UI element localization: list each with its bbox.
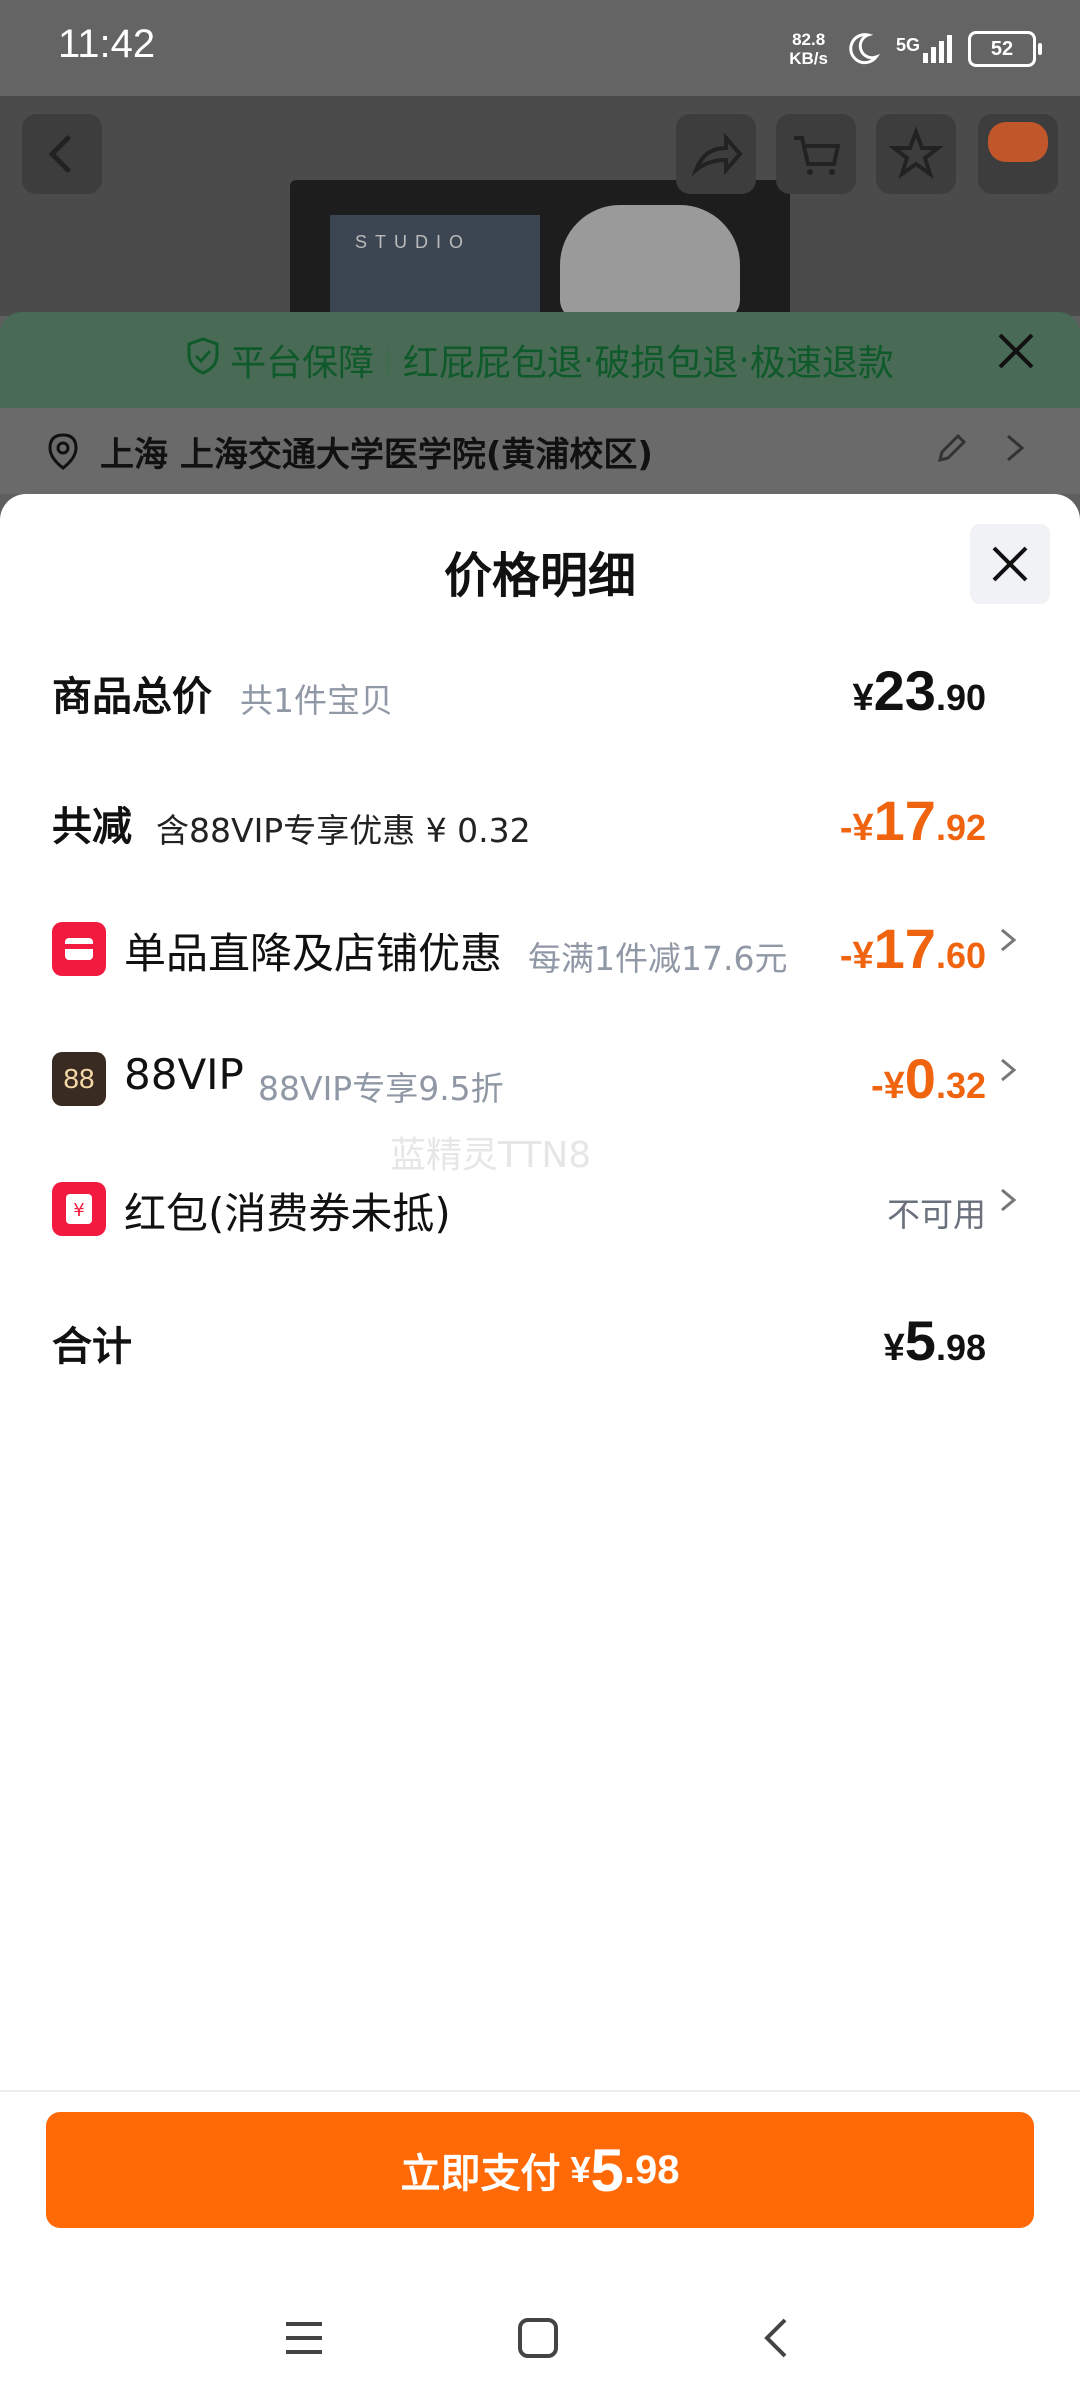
shop-discount-row[interactable]: 单品直降及店铺优惠 每满1件减17.6元 -¥17.60 [0, 902, 1080, 992]
total-price-label: 商品总价 [52, 674, 212, 720]
shop-discount-amount: -¥17.60 [839, 917, 986, 980]
sheet-title: 价格明细 [443, 548, 636, 604]
svg-text:¥: ¥ [73, 1200, 84, 1221]
red-packet-status: 不可用 [887, 1195, 986, 1234]
reduction-detail: 含88VIP专享优惠 ¥ 0.32 [156, 811, 531, 850]
shield-icon [186, 336, 220, 384]
star-icon [888, 126, 944, 180]
vip-discount-row[interactable]: 88 88VIP 88VIP专享9.5折 -¥0.32 [0, 1032, 1080, 1122]
sum-label: 合计 [52, 1324, 132, 1370]
chevron-right-icon [996, 920, 1020, 969]
share-button[interactable] [676, 114, 756, 194]
address-text: 上海 上海交通大学医学院(黄浦校区) [100, 434, 653, 475]
sum-row: 合计 ¥5.98 [0, 1294, 1080, 1384]
edit-icon[interactable] [934, 430, 970, 474]
product-brand-logo: STUDIO [355, 232, 472, 252]
close-icon [998, 333, 1034, 369]
battery-icon: 52 [968, 31, 1042, 67]
status-bar: 11:42 82.8 KB/s 5G 52 [0, 0, 1080, 96]
message-icon [988, 122, 1048, 162]
chevron-right-icon [1000, 428, 1030, 477]
network-speed: 82.8 KB/s [789, 30, 828, 68]
reduction-label: 共减 [52, 804, 132, 850]
guarantee-item: 极速退款 [749, 343, 894, 384]
favorite-button[interactable] [876, 114, 956, 194]
item-count: 共1件宝贝 [240, 681, 393, 720]
total-price-row: 商品总价 共1件宝贝 ¥23.90 [0, 644, 1080, 734]
reduction-row: 共减 含88VIP专享优惠 ¥ 0.32 -¥17.92 [0, 774, 1080, 864]
product-image-headphone [560, 205, 740, 320]
shop-discount-label: 单品直降及店铺优惠 [124, 929, 503, 978]
guarantee-close-button[interactable] [994, 326, 1038, 386]
shop-icon [52, 922, 106, 976]
guarantee-item: 破损包退 [594, 343, 739, 384]
reduction-amount: -¥17.92 [839, 789, 986, 852]
shop-discount-detail: 每满1件减17.6元 [528, 939, 788, 978]
back-arrow-icon [48, 135, 71, 173]
guarantee-title: 平台保障 [230, 343, 375, 384]
vip-discount-amount: -¥0.32 [871, 1047, 986, 1110]
product-image-screen [330, 215, 540, 320]
menu-icon[interactable] [274, 2308, 334, 2368]
address-row[interactable]: 上海 上海交通大学医学院(黄浦校区) [0, 408, 1080, 494]
guarantee-item: 红屁屁包退 [402, 343, 583, 384]
share-icon [691, 132, 743, 177]
sheet-close-button[interactable] [970, 524, 1050, 604]
red-packet-icon: ¥ [52, 1182, 106, 1236]
total-price-amount: ¥23.90 [852, 659, 986, 722]
red-packet-label: 红包(消费券未抵) [124, 1189, 451, 1238]
chevron-right-icon [996, 1050, 1020, 1099]
vip-label: 88VIP [124, 1050, 244, 1099]
dot-separator: · [582, 339, 595, 381]
guarantee-bar: 平台保障 | 红屁屁包退 · 破损包退 · 极速退款 [0, 312, 1080, 408]
status-time: 11:42 [58, 22, 156, 66]
status-icons: 82.8 KB/s 5G 52 [789, 26, 1042, 72]
dot-separator: · [738, 339, 750, 381]
vip-detail: 88VIP专享9.5折 [258, 1069, 504, 1108]
system-nav-bar [0, 2268, 1080, 2400]
close-icon [992, 546, 1028, 582]
watermark: 蓝精灵TTN8 [390, 1135, 592, 1176]
pay-button-label: 立即支付 [400, 2151, 561, 2197]
cart-icon [794, 136, 841, 175]
back-icon[interactable] [746, 2308, 806, 2368]
home-icon[interactable] [508, 2308, 568, 2368]
chevron-right-icon [996, 1180, 1020, 1229]
cart-button[interactable] [776, 114, 856, 194]
signal-icon: 5G [896, 35, 952, 63]
sum-amount: ¥5.98 [883, 1309, 986, 1372]
back-button[interactable] [22, 114, 102, 194]
more-button[interactable] [978, 114, 1058, 194]
divider [0, 2090, 1080, 2092]
divider: | [384, 345, 393, 375]
88vip-icon: 88 [52, 1052, 106, 1106]
location-pin-icon [48, 433, 78, 470]
moon-icon [849, 33, 880, 65]
pay-now-button[interactable]: 立即支付 ¥ 5 .98 [46, 2112, 1034, 2228]
